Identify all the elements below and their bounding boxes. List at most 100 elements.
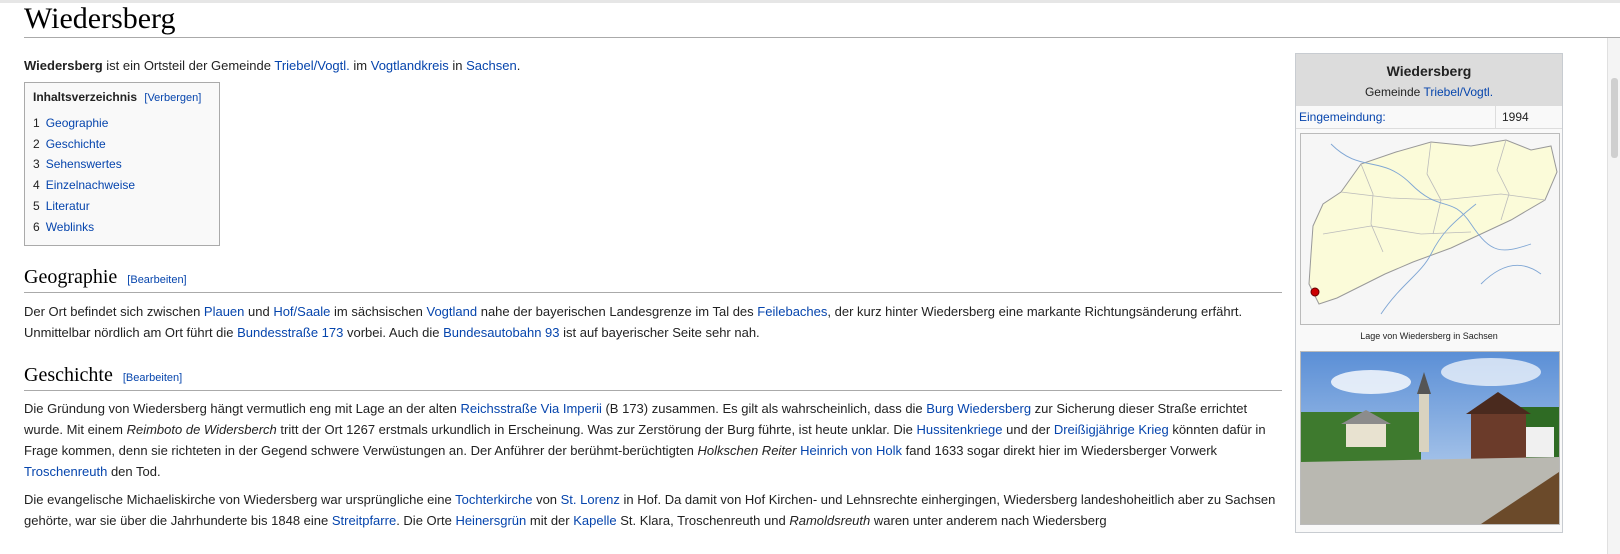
text: waren unter anderem nach Wiedersberg [870,513,1107,528]
infobox-subtitle-prefix: Gemeinde [1364,85,1424,99]
toc-toggle-button[interactable]: [Verbergen] [144,92,201,104]
link-hussitenkriege[interactable]: Hussitenkriege [916,422,1002,437]
text: im sächsischen [330,304,427,319]
link-plauen[interactable]: Plauen [204,304,244,319]
scrollbar[interactable] [1607,38,1620,554]
toc-item[interactable]: 6 Weblinks [33,217,211,238]
intro-text: . [516,58,521,73]
link-streitpfarre[interactable]: Streitpfarre [332,513,396,528]
toc-list: 1 Geographie 2 Geschichte 3 Sehenswertes 4E… [33,113,211,237]
text: ist auf bayerischer Seite sehr nah. [559,325,760,340]
toc-item-number: 5 [33,198,40,213]
toc-item-number: 6 [33,219,40,234]
link-dreissigjaehriger-krieg[interactable]: Dreißigjährige Krieg [1054,422,1169,437]
text: tritt der Ort 1267 erstmals urkundlich i… [276,422,917,437]
toc-item[interactable]: 1 Geographie [33,113,211,134]
toc-item[interactable]: 4 Einzelnachweise [33,175,211,196]
toc-item-number: 2 [33,136,40,151]
link-kapelle[interactable]: Kapelle [573,513,616,528]
text: und der [1002,422,1054,437]
toc-heading-row: Inhaltsverzeichnis [Verbergen] [33,90,211,104]
link-bundesautobahn-93[interactable]: Bundesautobahn 93 [443,325,559,340]
edit-section-link[interactable]: [Bearbeiten] [123,372,182,384]
link-vogtland[interactable]: Vogtland [427,304,478,319]
toc-item-label[interactable]: Einzelnachweise [46,178,135,192]
page-title: Wiedersberg [24,2,176,35]
infobox-header: Wiedersberg Gemeinde Triebel/Vogtl. [1296,54,1562,106]
saxony-map-image [1301,134,1559,324]
link-tochterkirche[interactable]: Tochterkirche [455,492,532,507]
link-triebel[interactable]: Triebel/Vogtl. [274,58,349,73]
toc-item-number: 3 [33,157,40,172]
infobox-row-value: 1994 [1502,110,1529,124]
link-troschenreuth[interactable]: Troschenreuth [24,464,107,479]
infobox-row-eingemeindung: Eingemeindung: 1994 [1296,106,1562,129]
toc-item-label[interactable]: Geschichte [46,137,106,151]
text: fand 1633 sogar direkt hier im Wiedersbe… [902,443,1218,458]
geographie-paragraph: Der Ort befindet sich zwischen Plauen un… [24,301,1282,343]
village-photo-image [1301,352,1559,524]
italic-text: Ramoldsreuth [789,513,871,528]
text: von [532,492,561,507]
infobox-row-key[interactable]: Eingemeindung: [1296,106,1496,128]
toc-item[interactable]: 2 Geschichte [33,134,211,155]
infobox: Wiedersberg Gemeinde Triebel/Vogtl. Eing… [1295,53,1563,533]
toc-item-label[interactable]: Geographie [46,116,109,130]
toc-heading: Inhaltsverzeichnis [33,90,138,104]
link-heinersgruen[interactable]: Heinersgrün [455,513,526,528]
link-hof-saale[interactable]: Hof/Saale [273,304,330,319]
section-heading-geschichte: Geschichte [Bearbeiten] [24,364,1282,391]
text: und [244,304,274,319]
link-heinrich-von-holk[interactable]: Heinrich von Holk [800,443,902,458]
toc-item-number: 4 [33,178,40,193]
location-marker-icon [1310,287,1320,297]
toc-item-label[interactable]: Literatur [46,199,90,213]
village-photo[interactable] [1300,351,1560,525]
link-st-lorenz[interactable]: St. Lorenz [561,492,620,507]
link-via-imperii[interactable]: Reichsstraße Via Imperii [460,401,601,416]
link-feilebach[interactable]: Feilebaches [757,304,827,319]
section-title: Geographie [24,266,118,288]
toc-item-number: 1 [33,116,40,130]
intro-subject: Wiedersberg [24,58,103,73]
text: Die evangelische Michaeliskirche von Wie… [24,492,456,507]
infobox-title: Wiedersberg [1386,63,1472,79]
section-heading-geographie: Geographie [Bearbeiten] [24,266,1282,293]
text: Die Gründung von Wiedersberg hängt vermu… [24,401,461,416]
text: den Tod. [107,464,161,479]
intro-text: ist ein Ortsteil der Gemeinde [102,58,275,73]
italic-text: Holkschen Reiter [697,443,797,458]
intro-paragraph: Wiedersberg ist ein Ortsteil der Gemeind… [24,55,1282,76]
link-vogtlandkreis[interactable]: Vogtlandkreis [371,58,449,73]
toc-item-label[interactable]: Weblinks [46,220,94,234]
toc-item[interactable]: 3 Sehenswertes [33,154,211,175]
intro-text: im [349,58,371,73]
geschichte-paragraph-1: Die Gründung von Wiedersberg hängt vermu… [24,398,1282,482]
link-sachsen[interactable]: Sachsen [466,58,517,73]
link-triebel[interactable]: Triebel/Vogtl. [1423,85,1493,99]
table-of-contents: Inhaltsverzeichnis [Verbergen] 1 Geograph… [24,82,220,246]
toc-item[interactable]: 5 Literatur [33,196,211,217]
map-caption: Lage von Wiedersberg in Sachsen [1360,331,1498,341]
text: vorbei. Auch die [343,325,444,340]
infobox-subtitle: Gemeinde Triebel/Vogtl. [1296,85,1562,99]
text: (B 173) zusammen. Es gilt als wahrschein… [601,401,927,416]
toc-item-label[interactable]: Sehenswertes [46,157,122,171]
scrollbar-thumb[interactable] [1611,78,1618,158]
intro-text: in [448,58,467,73]
section-title: Geschichte [24,364,113,386]
title-divider [24,37,1620,38]
edit-section-link[interactable]: [Bearbeiten] [127,274,186,286]
text: St. Klara, Troschenreuth und [616,513,790,528]
text: . Die Orte [396,513,456,528]
location-map[interactable] [1300,133,1560,325]
link-bundesstrasse-173[interactable]: Bundesstraße 173 [237,325,343,340]
text: Der Ort befindet sich zwischen [24,304,204,319]
italic-text: Reimboto de Widersberch [126,422,277,437]
geschichte-paragraph-2: Die evangelische Michaeliskirche von Wie… [24,489,1282,531]
text: mit der [526,513,574,528]
link-burg-wiedersberg[interactable]: Burg Wiedersberg [926,401,1031,416]
article-intro: Wiedersberg ist ein Ortsteil der Gemeind… [24,55,1282,76]
text: nahe der bayerischen Landesgrenze im Tal… [477,304,758,319]
top-border [0,0,1620,3]
